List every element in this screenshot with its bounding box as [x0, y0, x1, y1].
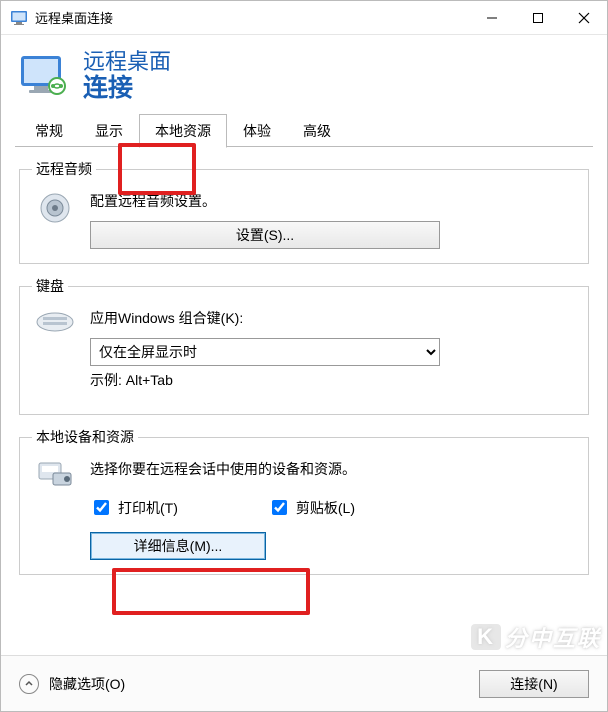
tab-local-resources[interactable]: 本地资源 — [139, 114, 227, 148]
connect-button[interactable]: 连接(N) — [479, 670, 589, 698]
printer-checkbox-input[interactable] — [94, 500, 109, 515]
window: 远程桌面连接 远程桌面 连接 — [0, 0, 608, 712]
clipboard-checkbox[interactable]: 剪贴板(L) — [268, 497, 355, 518]
clipboard-label: 剪贴板(L) — [296, 498, 355, 518]
minimize-button[interactable] — [469, 1, 515, 35]
window-title: 远程桌面连接 — [35, 8, 469, 27]
group-remote-audio: 远程音频 配置远程音频设置。 设置(S)... — [19, 159, 589, 264]
tab-display[interactable]: 显示 — [79, 114, 139, 147]
group-legend-local: 本地设备和资源 — [32, 427, 138, 447]
more-details-button[interactable]: 详细信息(M)... — [90, 532, 266, 560]
printer-checkbox[interactable]: 打印机(T) — [90, 497, 178, 518]
devices-icon — [32, 459, 78, 560]
group-local-devices: 本地设备和资源 选择你要在远程会话中使用的设备和资源。 — [19, 427, 589, 575]
tab-advanced[interactable]: 高级 — [287, 114, 347, 147]
printer-label: 打印机(T) — [118, 498, 178, 518]
hide-options-label: 隐藏选项(O) — [49, 674, 125, 694]
hide-options-toggle[interactable]: 隐藏选项(O) — [19, 674, 479, 694]
footer: 隐藏选项(O) 连接(N) — [1, 655, 607, 711]
group-legend-audio: 远程音频 — [32, 159, 96, 179]
audio-settings-button[interactable]: 设置(S)... — [90, 221, 440, 249]
keyboard-text: 应用Windows 组合键(K): — [90, 308, 576, 328]
tabstrip: 常规 显示 本地资源 体验 高级 — [1, 115, 607, 147]
header-title: 远程桌面 连接 — [83, 49, 171, 103]
rdp-app-icon — [11, 11, 27, 25]
group-legend-keyboard: 键盘 — [32, 276, 68, 296]
header-line2: 连接 — [83, 74, 171, 103]
local-text: 选择你要在远程会话中使用的设备和资源。 — [90, 459, 576, 479]
rdp-header-icon — [19, 52, 67, 100]
tab-content: 远程音频 配置远程音频设置。 设置(S)... — [1, 147, 607, 587]
keyboard-example: 示例: Alt+Tab — [90, 370, 576, 390]
keyboard-combo[interactable]: 仅在全屏显示时 — [90, 338, 440, 366]
titlebar: 远程桌面连接 — [1, 1, 607, 35]
header-line1: 远程桌面 — [83, 49, 171, 74]
group-keyboard: 键盘 应用Windows 组合键(K): 仅在全屏显示时 — [19, 276, 589, 415]
close-button[interactable] — [561, 1, 607, 35]
tab-general[interactable]: 常规 — [19, 114, 79, 147]
header: 远程桌面 连接 — [1, 35, 607, 115]
keyboard-icon — [32, 308, 78, 400]
clipboard-checkbox-input[interactable] — [272, 500, 287, 515]
tab-experience[interactable]: 体验 — [227, 114, 287, 147]
maximize-button[interactable] — [515, 1, 561, 35]
audio-text: 配置远程音频设置。 — [90, 191, 576, 211]
chevron-up-icon — [19, 674, 39, 694]
speaker-icon — [32, 191, 78, 249]
